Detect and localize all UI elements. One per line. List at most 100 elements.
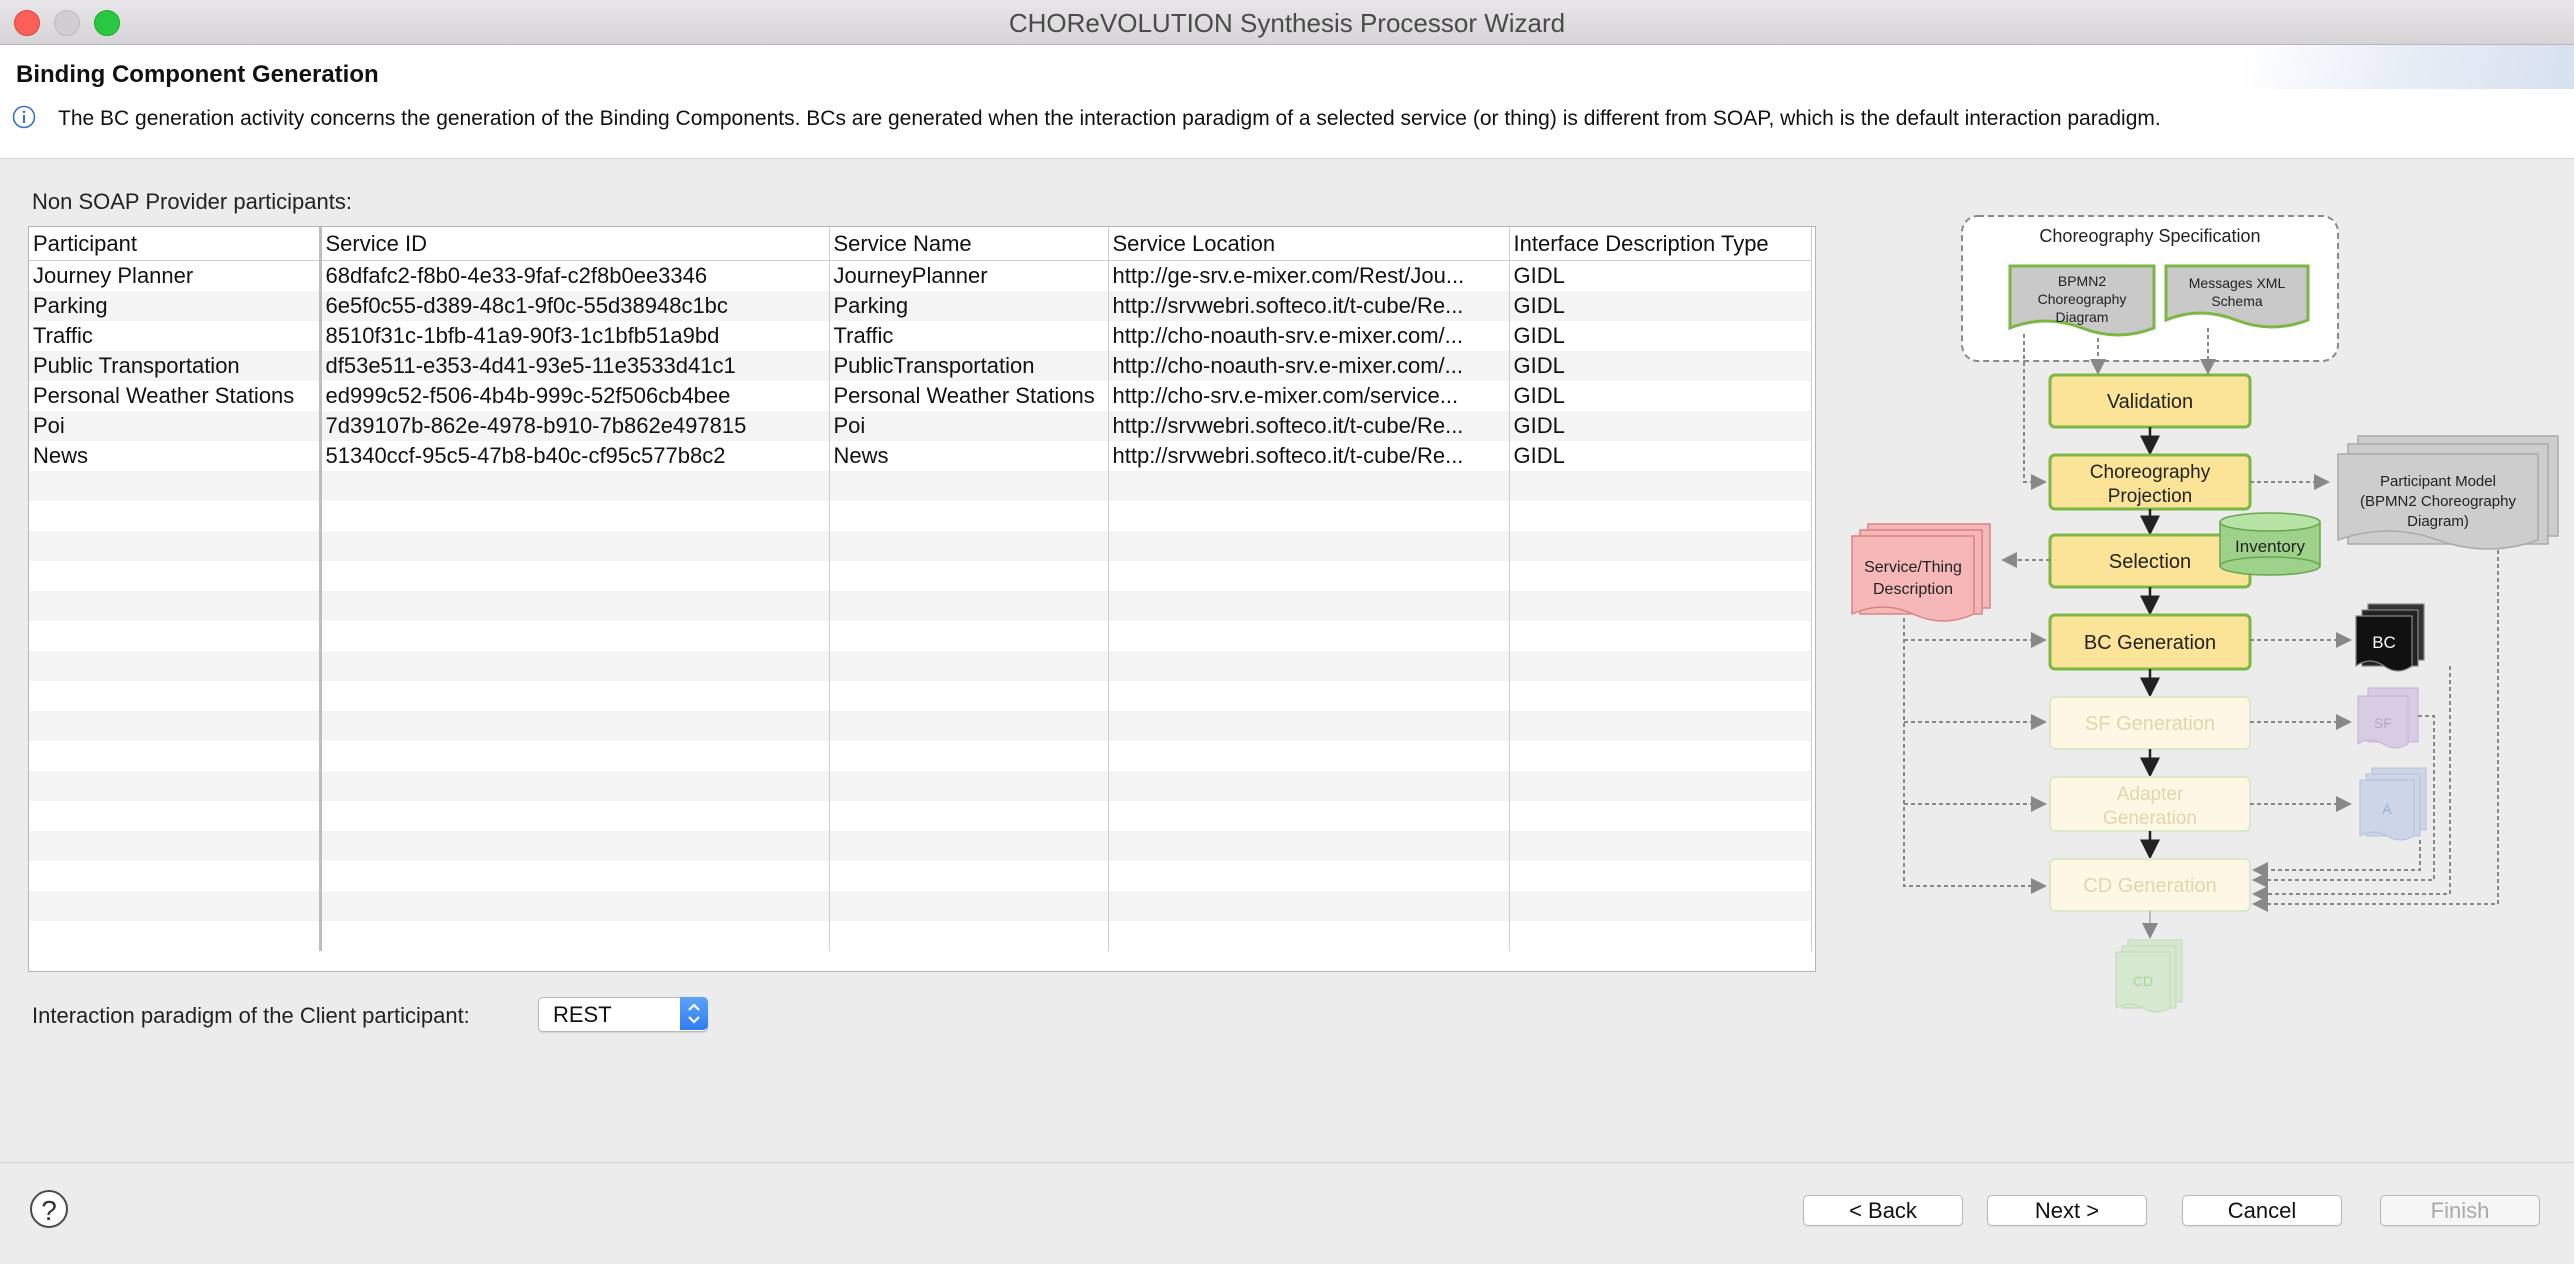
wizard-header: Binding Component Generation The BC gene…	[0, 45, 2574, 159]
table-cell	[1108, 711, 1510, 741]
column-header-service-id[interactable]: Service ID	[320, 227, 830, 261]
page-title: Binding Component Generation	[16, 61, 379, 88]
table-cell	[829, 501, 1109, 531]
table-cell	[829, 711, 1109, 741]
table-cell	[829, 861, 1109, 891]
participants-table[interactable]: Participant Service ID Service Name Serv…	[28, 226, 1816, 972]
finish-button[interactable]: Finish	[2380, 1195, 2540, 1226]
table-row[interactable]: Traffic 8510f31c-1bfb-41a9-90f3-1c1bfb51a…	[29, 321, 1812, 351]
empty-table-row[interactable]	[29, 621, 1812, 651]
table-cell: Traffic	[829, 321, 1109, 351]
adapter-generation-line2: Generation	[2103, 808, 2197, 829]
table-cell	[1509, 801, 1812, 831]
table-row[interactable]: Personal Weather Stations ed999c52-f506-4…	[29, 381, 1812, 411]
table-cell	[29, 651, 322, 681]
table-cell	[1108, 771, 1510, 801]
table-cell: News	[29, 441, 322, 471]
column-header-interface-description-type[interactable]: Interface Description Type	[1509, 227, 1812, 261]
table-cell: http://srvwebri.softeco.it/t-cube/Re...	[1108, 291, 1510, 321]
empty-table-row[interactable]	[29, 561, 1812, 591]
table-cell	[320, 801, 830, 831]
table-row[interactable]: Journey Planner 68dfafc2-f8b0-4e33-9faf-c…	[29, 260, 1812, 291]
table-cell: 51340ccf-95c5-47b8-b40c-cf95c577b8c2	[320, 441, 830, 471]
table-cell: 68dfafc2-f8b0-4e33-9faf-c2f8b0ee3346	[320, 260, 830, 291]
cancel-button[interactable]: Cancel	[2182, 1195, 2342, 1226]
table-row[interactable]: News 51340ccf-95c5-47b8-b40c-cf95c577b8c2…	[29, 441, 1812, 471]
empty-table-row[interactable]	[29, 531, 1812, 561]
empty-table-row[interactable]	[29, 651, 1812, 681]
table-cell	[29, 501, 322, 531]
table-cell	[29, 921, 322, 951]
column-header-service-location[interactable]: Service Location	[1108, 227, 1510, 261]
back-button[interactable]: < Back	[1803, 1195, 1963, 1226]
client-paradigm-label: Interaction paradigm of the Client parti…	[32, 1003, 470, 1028]
selection-label: Selection	[2109, 551, 2191, 573]
table-cell	[29, 621, 322, 651]
table-cell	[1108, 891, 1510, 921]
empty-table-row[interactable]	[29, 741, 1812, 771]
table-row[interactable]: Public Transportation df53e511-e353-4d41-…	[29, 351, 1812, 381]
table-cell	[829, 681, 1109, 711]
table-cell: Poi	[829, 411, 1109, 441]
empty-table-row[interactable]	[29, 471, 1812, 501]
table-cell	[320, 741, 830, 771]
empty-table-row[interactable]	[29, 861, 1812, 891]
table-cell: http://srvwebri.softeco.it/t-cube/Re...	[1108, 441, 1510, 471]
table-cell	[320, 621, 830, 651]
next-button[interactable]: Next >	[1987, 1195, 2147, 1226]
table-cell	[320, 651, 830, 681]
table-cell	[29, 711, 322, 741]
empty-table-row[interactable]	[29, 891, 1812, 921]
table-cell	[1108, 801, 1510, 831]
help-button[interactable]: ?	[30, 1190, 68, 1228]
bpmn-doc-line3: Diagram	[2056, 309, 2109, 325]
table-cell	[29, 831, 322, 861]
table-cell	[1509, 681, 1812, 711]
adapter-artifact-stack	[2359, 767, 2427, 841]
table-cell	[320, 861, 830, 891]
table-cell: GIDL	[1509, 441, 1812, 471]
table-cell	[1108, 501, 1510, 531]
client-paradigm-select[interactable]: REST	[538, 997, 708, 1032]
client-paradigm-value: REST	[553, 1002, 612, 1027]
table-cell	[320, 471, 830, 501]
bpmn-doc-line1: BPMN2	[2058, 273, 2106, 289]
table-cell: 8510f31c-1bfb-41a9-90f3-1c1bfb51a9bd	[320, 321, 830, 351]
table-cell	[320, 891, 830, 921]
header-banner-decoration	[2244, 45, 2574, 89]
table-cell: Parking	[29, 291, 322, 321]
table-cell	[1509, 921, 1812, 951]
table-cell	[29, 801, 322, 831]
table-cell	[29, 681, 322, 711]
table-cell	[1509, 771, 1812, 801]
table-cell: df53e511-e353-4d41-93e5-11e3533d41c1	[320, 351, 830, 381]
table-cell	[829, 741, 1109, 771]
updown-chevron-icon	[680, 997, 708, 1030]
empty-table-row[interactable]	[29, 771, 1812, 801]
table-cell	[1509, 531, 1812, 561]
table-cell: http://cho-noauth-srv.e-mixer.com/...	[1108, 321, 1510, 351]
table-cell	[1509, 621, 1812, 651]
column-header-service-name[interactable]: Service Name	[829, 227, 1109, 261]
empty-table-row[interactable]	[29, 501, 1812, 531]
table-cell	[829, 771, 1109, 801]
table-cell: GIDL	[1509, 260, 1812, 291]
sf-generation-label: SF Generation	[2085, 713, 2215, 735]
empty-table-row[interactable]	[29, 681, 1812, 711]
table-cell	[829, 651, 1109, 681]
table-cell	[29, 591, 322, 621]
table-cell	[320, 501, 830, 531]
empty-table-row[interactable]	[29, 831, 1812, 861]
table-row[interactable]: Parking 6e5f0c55-d389-48c1-9f0c-55d38948c…	[29, 291, 1812, 321]
empty-table-row[interactable]	[29, 921, 1812, 951]
spec-title: Choreography Specification	[2039, 226, 2260, 246]
column-header-participant[interactable]: Participant	[29, 227, 322, 261]
empty-table-row[interactable]	[29, 591, 1812, 621]
empty-table-row[interactable]	[29, 711, 1812, 741]
table-row[interactable]: Poi 7d39107b-862e-4978-b910-7b862e497815 P…	[29, 411, 1812, 441]
table-cell	[29, 891, 322, 921]
empty-table-row[interactable]	[29, 801, 1812, 831]
participant-model-line1: Participant Model	[2380, 473, 2496, 490]
cd-stack-label: CD	[2133, 973, 2153, 989]
page-description: The BC generation activity concerns the …	[58, 107, 2161, 130]
